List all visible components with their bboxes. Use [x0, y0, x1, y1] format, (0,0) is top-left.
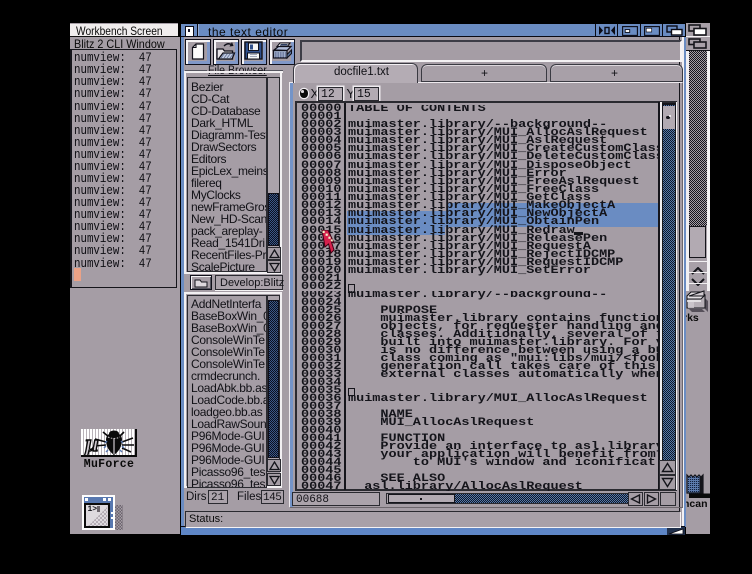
svg-text:µ: µ — [84, 431, 99, 455]
